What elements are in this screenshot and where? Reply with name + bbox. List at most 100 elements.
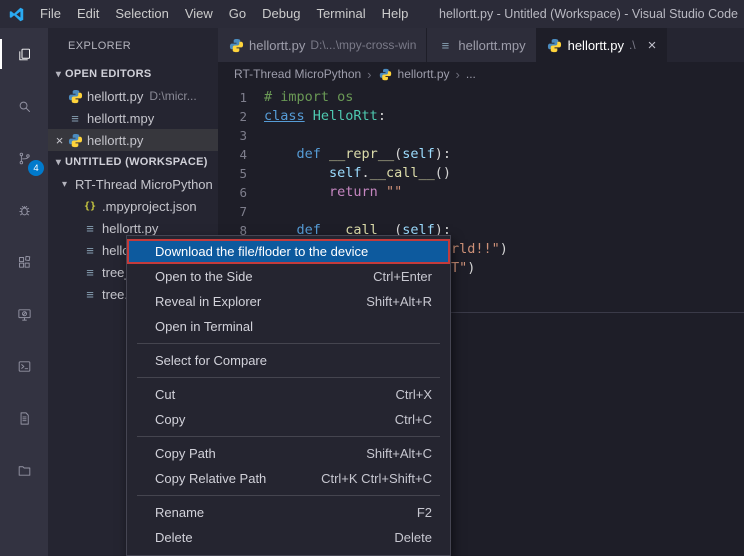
open-editor-item[interactable]: ≡hellortt.mpy <box>48 107 218 129</box>
line-number: 7 <box>218 202 264 221</box>
context-menu-item[interactable]: Open in Terminal <box>127 314 450 339</box>
menu-item-label: Delete <box>155 530 382 545</box>
python-file-icon <box>67 88 83 104</box>
menu-item-shortcut: Shift+Alt+C <box>366 446 432 461</box>
activity-extensions-button[interactable] <box>0 236 48 288</box>
context-menu-item[interactable]: Copy Path Shift+Alt+C <box>127 441 450 466</box>
activity-output-file-button[interactable] <box>0 392 48 444</box>
code-line: 7 <box>218 202 744 221</box>
folder-icon <box>16 462 32 478</box>
line-number: 6 <box>218 183 264 202</box>
code-token <box>264 145 297 164</box>
close-icon[interactable]: × <box>52 133 67 148</box>
breadcrumb-item[interactable]: ... <box>466 67 476 81</box>
activity-debug-button[interactable] <box>0 184 48 236</box>
tab-path-detail: .\ <box>629 38 636 52</box>
code-line: 5 self.__call__() <box>218 164 744 183</box>
menubar-item-go[interactable]: Go <box>221 6 254 21</box>
code-token: ) <box>467 259 475 278</box>
code-token: () <box>435 164 451 183</box>
context-menu-item[interactable]: Delete Delete <box>127 525 450 550</box>
context-menu: Download the file/floder to the deviceOp… <box>126 235 451 556</box>
activity-folder-button[interactable] <box>0 444 48 496</box>
chevron-down-icon: ▾ <box>52 157 65 168</box>
code-token: __call__ <box>370 164 435 183</box>
extensions-icon <box>16 254 32 270</box>
menu-item-label: Open in Terminal <box>155 319 420 334</box>
remote-device-icon <box>16 306 32 322</box>
menu-item-shortcut: Delete <box>394 530 432 545</box>
file-label: .mpyproject.json <box>102 199 197 214</box>
menubar: FileEditSelectionViewGoDebugTerminalHelp <box>32 0 416 28</box>
close-icon[interactable]: × <box>648 38 657 53</box>
menu-item-label: Copy <box>155 412 383 427</box>
sidebar-title: EXPLORER <box>48 28 218 63</box>
tree-file[interactable]: {}.mpyproject.json <box>48 195 218 217</box>
menu-separator <box>137 343 440 344</box>
output-file-icon <box>16 410 32 426</box>
menu-item-label: Copy Path <box>155 446 354 461</box>
mpy-file-icon: ≡ <box>437 37 453 53</box>
activity-files-button[interactable] <box>0 28 48 80</box>
files-icon <box>16 46 32 62</box>
activity-remote-device-button[interactable] <box>0 288 48 340</box>
menu-separator <box>137 495 440 496</box>
breadcrumb-label: RT-Thread MicroPython <box>234 67 361 81</box>
source-control-badge: 4 <box>28 160 44 176</box>
context-menu-item[interactable]: RenameF2 <box>127 500 450 525</box>
mpy-file-icon: ≡ <box>82 264 98 280</box>
python-file-icon <box>547 37 563 53</box>
code-token: : <box>378 107 386 126</box>
tab-label: hellortt.py <box>249 38 305 53</box>
menubar-item-view[interactable]: View <box>177 6 221 21</box>
code-line: 4 def __repr__(self): <box>218 145 744 164</box>
menubar-item-help[interactable]: Help <box>374 6 417 21</box>
tab-label: hellortt.py <box>568 38 624 53</box>
line-number: 4 <box>218 145 264 164</box>
open-editor-item[interactable]: hellortt.pyD:\micr... <box>48 85 218 107</box>
code-token: __repr__ <box>329 145 394 164</box>
activity-search-button[interactable] <box>0 80 48 132</box>
context-menu-item[interactable]: Copy Relative PathCtrl+K Ctrl+Shift+C <box>127 466 450 491</box>
context-menu-item[interactable]: Open to the Side Ctrl+Enter <box>127 264 450 289</box>
line-number: 3 <box>218 126 264 145</box>
tree-folder[interactable]: ▾RT-Thread MicroPython <box>48 173 218 195</box>
menubar-item-selection[interactable]: Selection <box>107 6 176 21</box>
tab-bar: hellortt.pyD:\...\mpy-cross-win≡hellortt… <box>218 28 744 62</box>
menubar-item-terminal[interactable]: Terminal <box>308 6 373 21</box>
menu-item-shortcut: Ctrl+Enter <box>373 269 432 284</box>
editor-tab[interactable]: hellortt.py .\ × <box>537 28 668 62</box>
code-token: ) <box>500 240 508 259</box>
editor-tab[interactable]: hellortt.pyD:\...\mpy-cross-win <box>218 28 427 62</box>
open-editor-item[interactable]: ×hellortt.py <box>48 129 218 151</box>
menu-item-shortcut: F2 <box>417 505 432 520</box>
menu-item-shortcut: Shift+Alt+R <box>366 294 432 309</box>
workspace-header[interactable]: ▾ UNTITLED (WORKSPACE) <box>48 151 218 173</box>
breadcrumb-item[interactable]: RT-Thread MicroPython <box>234 67 361 81</box>
search-icon <box>16 98 32 114</box>
context-menu-item[interactable]: CutCtrl+X <box>127 382 450 407</box>
menubar-item-debug[interactable]: Debug <box>254 6 308 21</box>
menubar-item-file[interactable]: File <box>32 6 69 21</box>
context-menu-item[interactable]: Select for Compare <box>127 348 450 373</box>
code-token: HelloRtt <box>313 107 378 126</box>
file-path-detail: D:\micr... <box>149 89 196 103</box>
code-line: 6 return "" <box>218 183 744 202</box>
code-token: ): <box>435 145 451 164</box>
open-editors-list: hellortt.pyD:\micr...≡hellortt.mpy×hello… <box>48 85 218 151</box>
mpy-file-icon: ≡ <box>82 286 98 302</box>
open-editors-header[interactable]: ▾ OPEN EDITORS <box>48 63 218 85</box>
context-menu-item[interactable]: CopyCtrl+C <box>127 407 450 432</box>
code-token <box>305 107 313 126</box>
editor-tab[interactable]: ≡hellortt.mpy <box>427 28 536 62</box>
activity-source-control-button[interactable]: 4 <box>0 132 48 184</box>
breadcrumb-item[interactable]: hellortt.py <box>378 66 450 82</box>
activity-terminal-box-button[interactable] <box>0 340 48 392</box>
code-token: . <box>362 164 370 183</box>
menu-item-label: Open to the Side <box>155 269 361 284</box>
code-line: 2class HelloRtt: <box>218 107 744 126</box>
menu-item-label: Cut <box>155 387 384 402</box>
menubar-item-edit[interactable]: Edit <box>69 6 107 21</box>
context-menu-item[interactable]: Download the file/floder to the device <box>127 239 450 264</box>
context-menu-item[interactable]: Reveal in ExplorerShift+Alt+R <box>127 289 450 314</box>
